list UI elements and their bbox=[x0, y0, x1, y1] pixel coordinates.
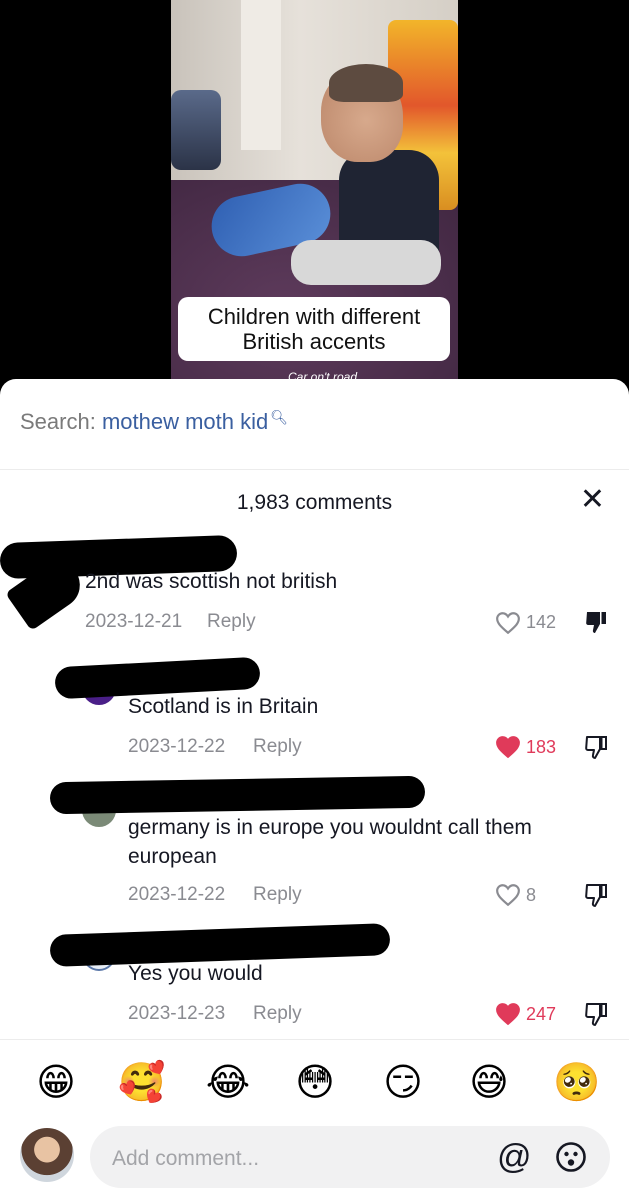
comment-date: 2023-12-23 bbox=[128, 1003, 226, 1024]
comment-text: 2nd was scottish not british bbox=[85, 570, 338, 593]
close-icon[interactable]: ✕ bbox=[580, 485, 605, 515]
like-count: 8 bbox=[526, 885, 537, 905]
heart-icon[interactable] bbox=[495, 1002, 521, 1026]
like-count: 247 bbox=[526, 1004, 557, 1024]
like-count: 183 bbox=[526, 737, 557, 757]
heart-icon[interactable] bbox=[495, 883, 521, 907]
heart-icon[interactable] bbox=[495, 611, 521, 635]
comment-date: 2023-12-22 bbox=[128, 736, 226, 757]
video-door-frame bbox=[241, 0, 281, 150]
dislike-icon[interactable] bbox=[584, 734, 608, 760]
video-caption-text: Children with different British accents bbox=[207, 304, 421, 354]
search-term-link[interactable]: mothew moth kid bbox=[102, 409, 268, 434]
comment-text: germany is in europe you wouldnt call th… bbox=[128, 816, 532, 868]
video-child-legs bbox=[291, 240, 441, 285]
dislike-icon[interactable] bbox=[584, 882, 608, 908]
heart-icon[interactable] bbox=[495, 735, 521, 759]
search-suggestion[interactable]: Search: mothew moth kid 🔍︎ bbox=[20, 409, 288, 435]
video-vacuum bbox=[171, 90, 221, 170]
comments-sheet: Search: mothew moth kid 🔍︎ 1,983 comments… bbox=[0, 379, 629, 1200]
reply-button[interactable]: Reply bbox=[253, 884, 302, 906]
emoji-sweat-smile-button[interactable]: 😅 bbox=[466, 1059, 512, 1105]
divider bbox=[0, 469, 629, 470]
comment-text: Scotland is in Britain bbox=[128, 695, 319, 718]
emoji-pleading-button[interactable]: 🥺 bbox=[553, 1059, 600, 1105]
video-caption: Children with different British accents bbox=[178, 297, 450, 361]
reply-button[interactable]: Reply bbox=[207, 611, 256, 633]
emoji-joy-button[interactable]: 😂 bbox=[205, 1059, 251, 1105]
dislike-icon[interactable] bbox=[584, 1001, 608, 1027]
emoji-picker-icon[interactable] bbox=[555, 1141, 587, 1173]
video-preview[interactable]: Children with different British accents … bbox=[0, 0, 629, 400]
mention-icon[interactable]: @ bbox=[497, 1139, 532, 1175]
comment-date: 2023-12-21 bbox=[85, 611, 183, 632]
video-child-hair bbox=[329, 64, 403, 102]
comments-count-title: 1,983 comments bbox=[236, 491, 393, 514]
search-prefix: Search: bbox=[20, 409, 96, 434]
divider bbox=[0, 1039, 629, 1040]
comment-text: Yes you would bbox=[128, 962, 263, 985]
emoji-hearts-button[interactable]: 🥰 bbox=[118, 1059, 165, 1105]
like-count: 142 bbox=[526, 612, 557, 632]
emoji-quick-bar: 😁 🥰 😂 😳 😏 😅 🥺 bbox=[0, 1059, 629, 1107]
redacted-username bbox=[49, 775, 426, 815]
emoji-flushed-button[interactable]: 😳 bbox=[292, 1059, 338, 1105]
current-user-avatar[interactable] bbox=[20, 1128, 74, 1182]
add-comment-placeholder: Add comment... bbox=[112, 1147, 260, 1170]
reply-button[interactable]: Reply bbox=[253, 1003, 302, 1025]
emoji-smirk-button[interactable]: 😏 bbox=[380, 1059, 426, 1105]
search-icon: 🔍︎ bbox=[270, 409, 289, 425]
dislike-icon[interactable] bbox=[584, 609, 608, 635]
comment-date: 2023-12-22 bbox=[128, 884, 226, 905]
reply-button[interactable]: Reply bbox=[253, 736, 302, 758]
emoji-grin-button[interactable]: 😁 bbox=[33, 1059, 79, 1105]
